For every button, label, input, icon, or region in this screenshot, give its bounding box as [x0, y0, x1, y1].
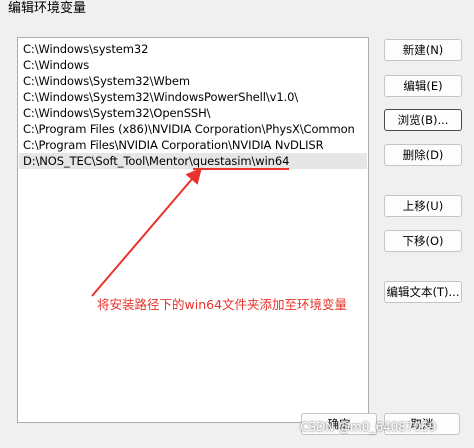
watermark: CSDN @m0_64087059 [300, 420, 437, 434]
annotation-arrow-icon [91, 167, 202, 297]
edit-env-var-dialog: 编辑环境变量 C:\Windows\system32 C:\Windows C:… [0, 0, 474, 448]
annotation-text: 将安装路径下的win64文件夹添加至环境变量 [97, 297, 348, 312]
